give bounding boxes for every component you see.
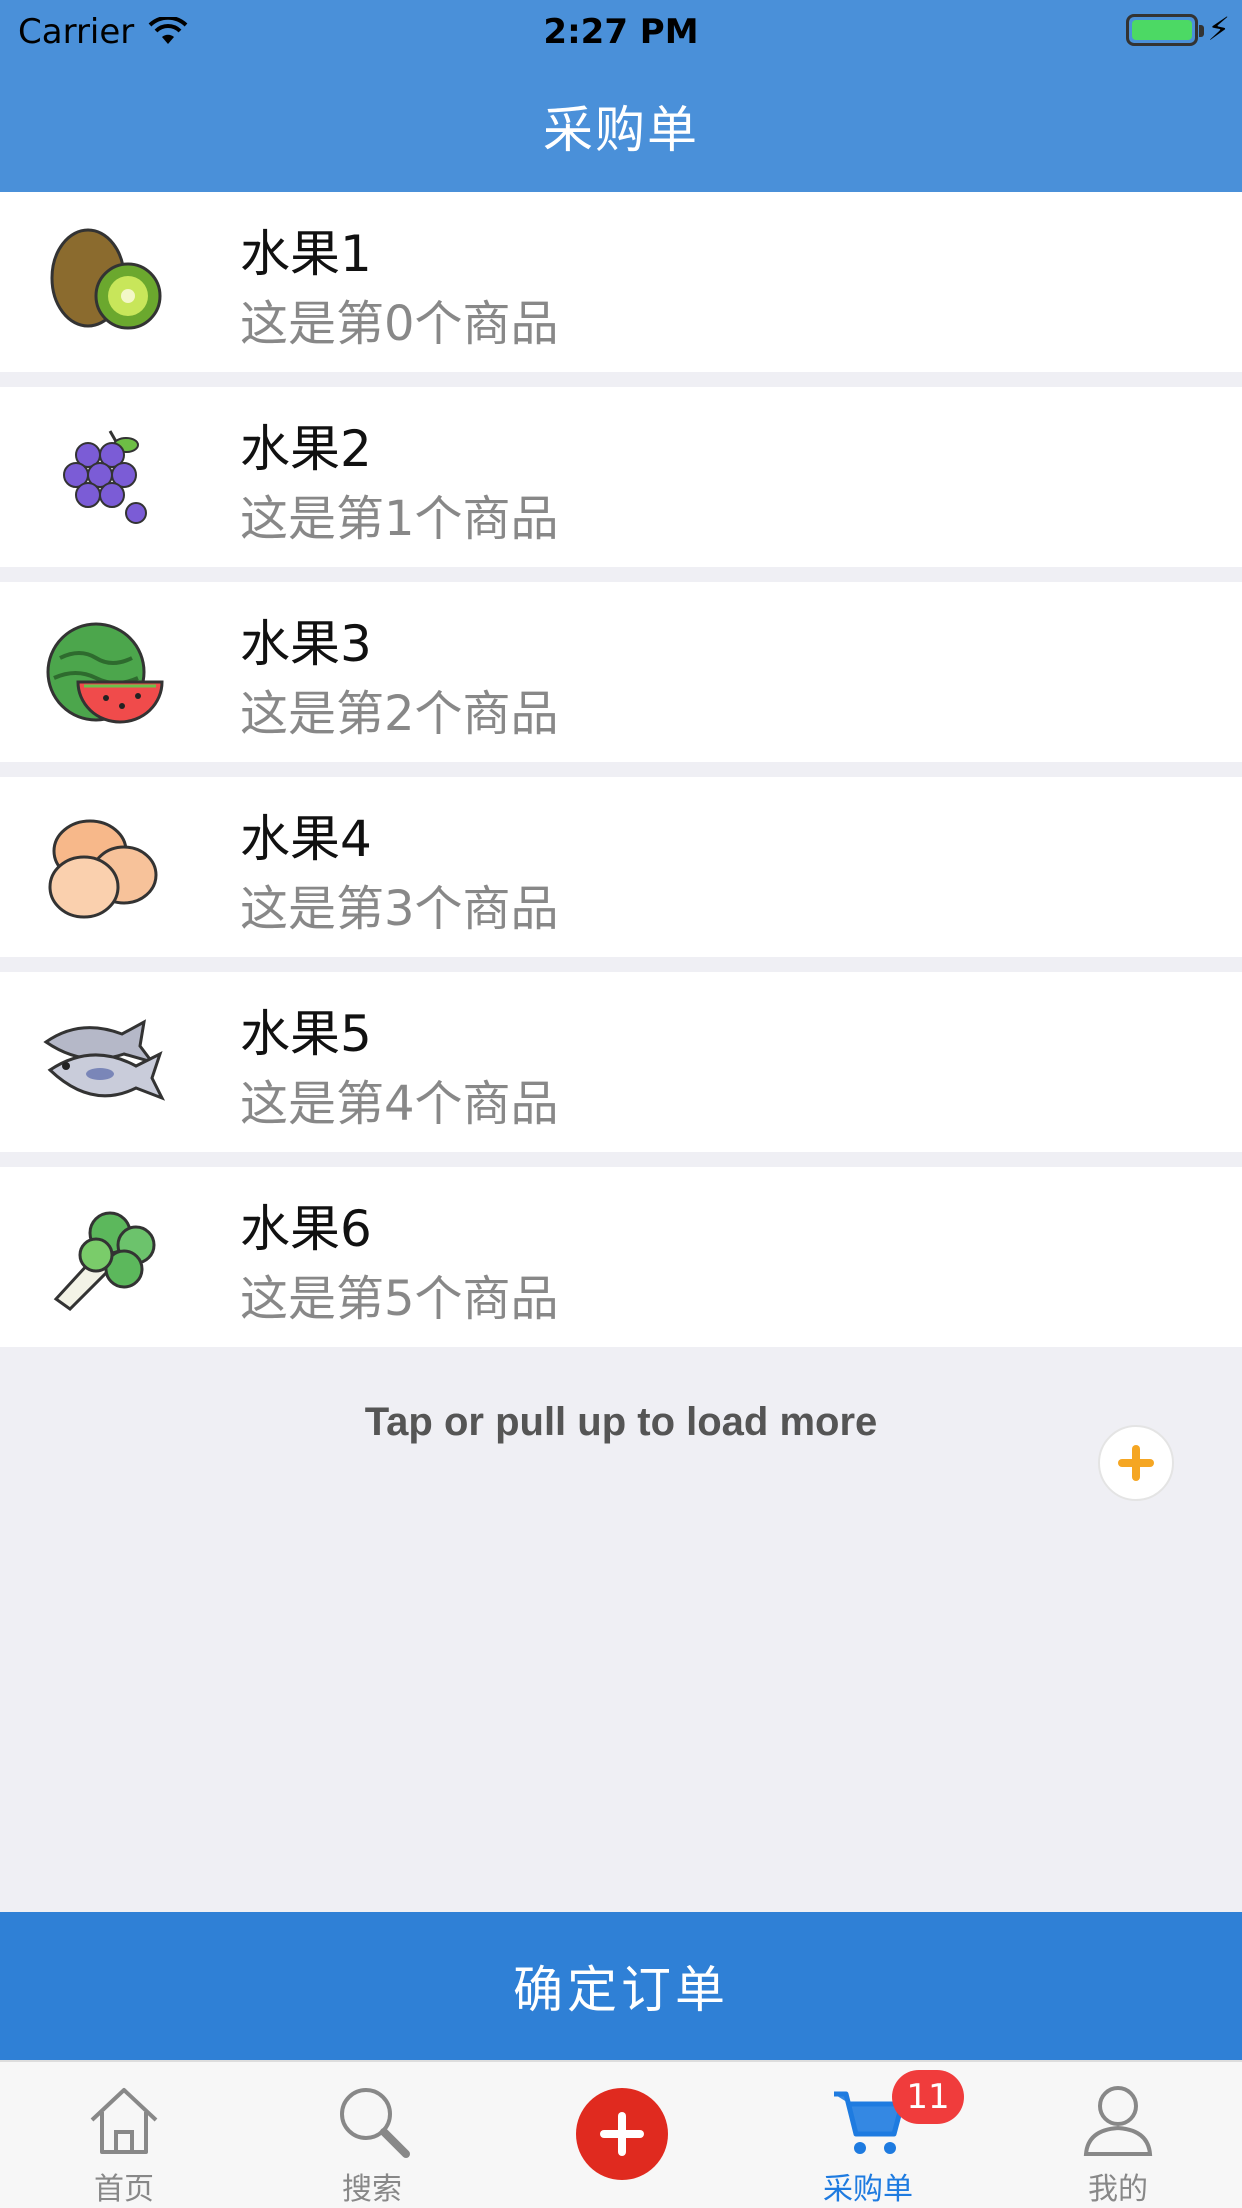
tab-profile[interactable]: 我的 bbox=[1018, 2062, 1218, 2208]
item-name: 水果4 bbox=[240, 810, 372, 868]
home-icon bbox=[90, 2088, 158, 2154]
tab-search[interactable]: 搜索 bbox=[272, 2062, 472, 2208]
battery-icon bbox=[1126, 14, 1204, 46]
tab-label: 采购单 bbox=[823, 2172, 913, 2207]
product-list: 水果1 这是第0个商品 水果2 这是第1个商品 水果3 这是第2个商品 水果4 … bbox=[0, 192, 1242, 1501]
user-icon bbox=[1083, 2086, 1153, 2156]
list-item[interactable]: 水果4 这是第3个商品 bbox=[0, 777, 1242, 1111]
grape-icon bbox=[63, 430, 147, 524]
tab-bar: 首页 搜索 采购单 11 我的 bbox=[0, 2060, 1242, 2208]
item-desc: 这是第0个商品 bbox=[240, 296, 559, 352]
tab-label: 我的 bbox=[1088, 2172, 1148, 2207]
item-name: 水果6 bbox=[240, 1200, 372, 1258]
nav-bar: 采购单 bbox=[0, 60, 1242, 192]
tab-label: 首页 bbox=[94, 2172, 154, 2207]
page-title: 采购单 bbox=[543, 101, 699, 159]
item-name: 水果2 bbox=[240, 420, 372, 478]
item-desc: 这是第1个商品 bbox=[240, 491, 559, 547]
item-desc: 这是第3个商品 bbox=[240, 881, 559, 937]
item-desc: 这是第5个商品 bbox=[240, 1271, 559, 1327]
load-more-button[interactable]: Tap or pull up to load more bbox=[0, 1400, 1242, 1445]
cart-count-badge: 11 bbox=[892, 2070, 964, 2124]
confirm-order-button[interactable]: 确定订单 bbox=[0, 1912, 1242, 2060]
item-desc: 这是第2个商品 bbox=[240, 686, 559, 742]
add-icon bbox=[600, 2112, 644, 2156]
tab-home[interactable]: 首页 bbox=[24, 2062, 224, 2208]
item-desc: 这是第4个商品 bbox=[240, 1076, 559, 1132]
list-item[interactable]: 水果6 这是第5个商品 bbox=[0, 1167, 1242, 1501]
list-item[interactable]: 水果2 这是第1个商品 bbox=[0, 387, 1242, 721]
item-name: 水果5 bbox=[240, 1005, 372, 1063]
list-item[interactable]: 水果1 这是第0个商品 bbox=[0, 192, 1242, 526]
tab-add-button[interactable] bbox=[576, 2088, 668, 2180]
item-name: 水果3 bbox=[240, 615, 372, 673]
item-name: 水果1 bbox=[240, 225, 372, 283]
list-item[interactable]: 水果5 这是第4个商品 bbox=[0, 972, 1242, 1306]
charging-icon: ⚡ bbox=[1207, 10, 1230, 48]
egg-icon bbox=[48, 819, 158, 919]
list-item[interactable]: 水果3 这是第2个商品 bbox=[0, 582, 1242, 916]
status-bar: Carrier 2:27 PM ⚡ bbox=[0, 0, 1242, 60]
kiwi-icon bbox=[50, 228, 162, 330]
plus-icon bbox=[1118, 1445, 1154, 1481]
tab-label: 搜索 bbox=[342, 2172, 402, 2207]
cabbage-icon bbox=[53, 1211, 156, 1311]
confirm-order-label: 确定订单 bbox=[513, 1961, 729, 2019]
search-icon bbox=[340, 2088, 410, 2158]
fish-icon bbox=[43, 1019, 166, 1101]
status-time: 2:27 PM bbox=[543, 12, 699, 52]
watermelon-icon bbox=[46, 622, 164, 724]
